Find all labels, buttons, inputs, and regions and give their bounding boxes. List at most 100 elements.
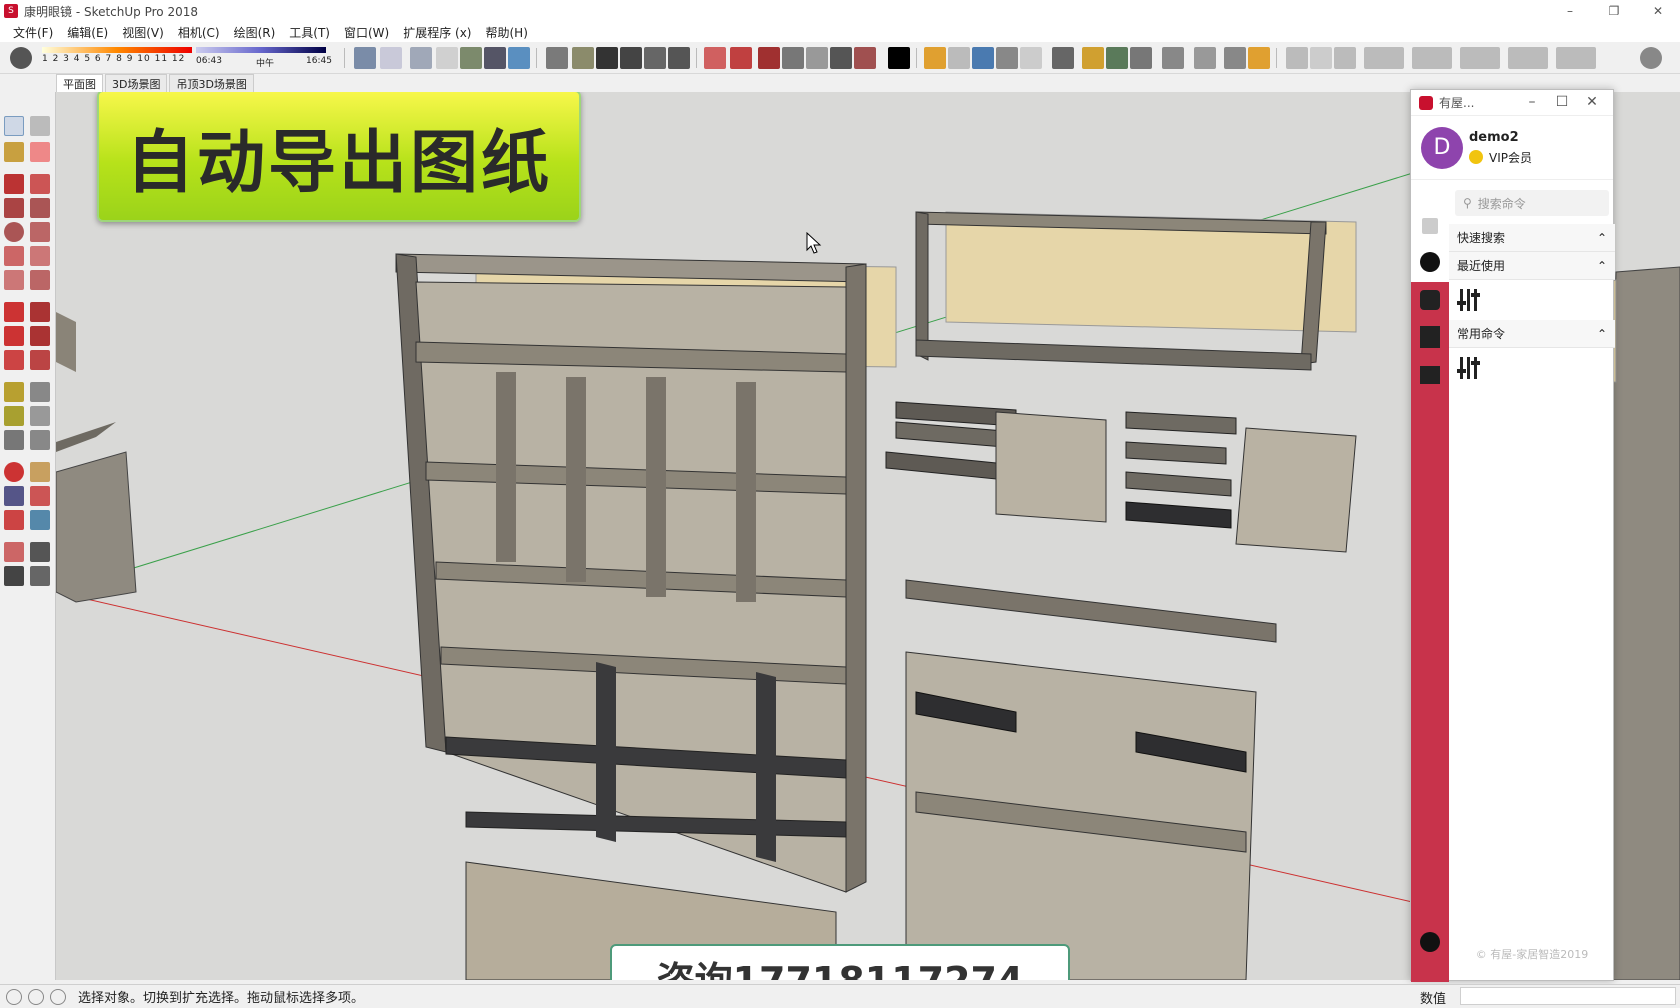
cabinet-icon[interactable] — [1420, 326, 1440, 348]
frame-icon[interactable] — [1130, 47, 1152, 69]
shaded-icon[interactable] — [460, 47, 482, 69]
refresh-icon[interactable] — [948, 47, 970, 69]
menu-help[interactable]: 帮助(H) — [478, 24, 534, 41]
section-common[interactable]: 常用命令 ⌃ — [1449, 320, 1615, 348]
look-around-icon[interactable] — [30, 542, 50, 562]
info-icon[interactable] — [1248, 47, 1270, 69]
section-recent[interactable]: 最近使用 ⌃ — [1449, 252, 1615, 280]
scale-icon[interactable] — [4, 350, 24, 370]
protractor-icon[interactable] — [4, 406, 24, 426]
tape-measure-icon[interactable] — [4, 382, 24, 402]
menu-tools[interactable]: 工具(T) — [282, 24, 337, 41]
paint-icon[interactable] — [4, 142, 24, 162]
common-command-item[interactable] — [1449, 348, 1615, 388]
back-edges-icon[interactable] — [380, 47, 402, 69]
push-pull-icon[interactable] — [30, 302, 50, 322]
camera-icon[interactable] — [996, 47, 1018, 69]
settings-sliders-icon[interactable] — [1194, 47, 1216, 69]
drape-icon[interactable] — [806, 47, 828, 69]
select-arrow-icon[interactable] — [4, 116, 24, 136]
restore-button[interactable]: ❐ — [1592, 0, 1636, 22]
chat-icon[interactable] — [1224, 47, 1246, 69]
position-camera-icon[interactable] — [4, 542, 24, 562]
glasses-icon[interactable] — [1052, 47, 1074, 69]
right-view-icon[interactable] — [620, 47, 642, 69]
rotated-rect-icon[interactable] — [30, 198, 50, 218]
wireframe-icon[interactable] — [410, 47, 432, 69]
photo-icon[interactable] — [1020, 47, 1042, 69]
pan-icon[interactable] — [30, 462, 50, 482]
clock-icon[interactable] — [1420, 252, 1440, 272]
stamp-icon[interactable] — [782, 47, 804, 69]
shield-plus-icon[interactable] — [1082, 47, 1104, 69]
circle-icon[interactable] — [4, 222, 24, 242]
arc2-icon[interactable] — [30, 246, 50, 266]
section-plane-icon[interactable] — [704, 47, 726, 69]
menu-camera[interactable]: 相机(C) — [171, 24, 227, 41]
geo-location-icon[interactable] — [6, 988, 22, 1005]
arc3-icon[interactable] — [4, 270, 24, 290]
export-icon[interactable] — [972, 47, 994, 69]
color-swatch-icon[interactable] — [888, 47, 910, 69]
section-quick-search[interactable]: 快速搜索 ⌃ — [1449, 224, 1615, 252]
menu-window[interactable]: 窗口(W) — [337, 24, 396, 41]
axes-icon[interactable] — [4, 430, 24, 450]
layout-h-icon[interactable] — [1556, 47, 1596, 69]
shadow-month-slider[interactable] — [42, 47, 192, 53]
minimize-button[interactable]: – — [1548, 0, 1592, 22]
zoom-window-icon[interactable] — [30, 486, 50, 506]
layout-f-icon[interactable] — [1460, 47, 1500, 69]
3d-text-icon[interactable] — [30, 430, 50, 450]
arc-icon[interactable] — [4, 246, 24, 266]
add-detail-icon[interactable] — [830, 47, 852, 69]
layout-a-icon[interactable] — [1286, 47, 1308, 69]
front-view-icon[interactable] — [596, 47, 618, 69]
sandbox-icon[interactable] — [758, 47, 780, 69]
credits-icon[interactable] — [28, 988, 44, 1005]
walk-icon[interactable] — [4, 566, 24, 586]
left-view-icon[interactable] — [668, 47, 690, 69]
avatar[interactable]: D — [1421, 126, 1463, 169]
tab-plan[interactable]: 平面图 — [56, 74, 103, 92]
plugin-shield-icon[interactable] — [924, 47, 946, 69]
tab-ceiling-3d-scene[interactable]: 吊顶3D场景图 — [169, 74, 254, 92]
freehand-icon[interactable] — [30, 174, 50, 194]
menu-view[interactable]: 视图(V) — [115, 24, 171, 41]
top-view-icon[interactable] — [572, 47, 594, 69]
gear-icon[interactable] — [1420, 932, 1440, 952]
panel-minimize-button[interactable]: – — [1517, 94, 1547, 110]
xray-icon[interactable] — [354, 47, 376, 69]
recent-command-item[interactable] — [1449, 280, 1615, 320]
layout-g-icon[interactable] — [1508, 47, 1548, 69]
line-icon[interactable] — [4, 174, 24, 194]
zoom-extents-icon[interactable] — [4, 510, 24, 530]
measurements-input[interactable] — [1460, 987, 1676, 1005]
shaded-textures-icon[interactable] — [484, 47, 506, 69]
command-search-input[interactable]: ⚲ 搜索命令 — [1455, 190, 1609, 216]
back-view-icon[interactable] — [644, 47, 666, 69]
menu-draw[interactable]: 绘图(R) — [227, 24, 283, 41]
previous-view-icon[interactable] — [30, 510, 50, 530]
layout-b-icon[interactable] — [1310, 47, 1332, 69]
follow-me-icon[interactable] — [30, 326, 50, 346]
eraser-icon[interactable] — [30, 142, 50, 162]
home-icon[interactable] — [1422, 218, 1438, 234]
offset-icon[interactable] — [30, 350, 50, 370]
panel-close-button[interactable]: ✕ — [1577, 94, 1607, 110]
tree-icon[interactable] — [1106, 47, 1128, 69]
user-icon[interactable] — [50, 988, 66, 1005]
menu-extensions[interactable]: 扩展程序 (x) — [396, 24, 478, 41]
menu-edit[interactable]: 编辑(E) — [60, 24, 115, 41]
shadow-time-slider[interactable] — [196, 47, 326, 53]
move-icon[interactable] — [4, 302, 24, 322]
zoom-icon[interactable] — [4, 486, 24, 506]
section-cut-icon[interactable] — [730, 47, 752, 69]
paint-bucket-icon[interactable] — [10, 47, 32, 69]
layout-e-icon[interactable] — [1412, 47, 1452, 69]
layout-d-icon[interactable] — [1364, 47, 1404, 69]
text-icon[interactable] — [30, 406, 50, 426]
polygon-icon[interactable] — [30, 222, 50, 242]
rectangle-icon[interactable] — [4, 198, 24, 218]
rotate-icon[interactable] — [4, 326, 24, 346]
dimension-icon[interactable] — [30, 382, 50, 402]
